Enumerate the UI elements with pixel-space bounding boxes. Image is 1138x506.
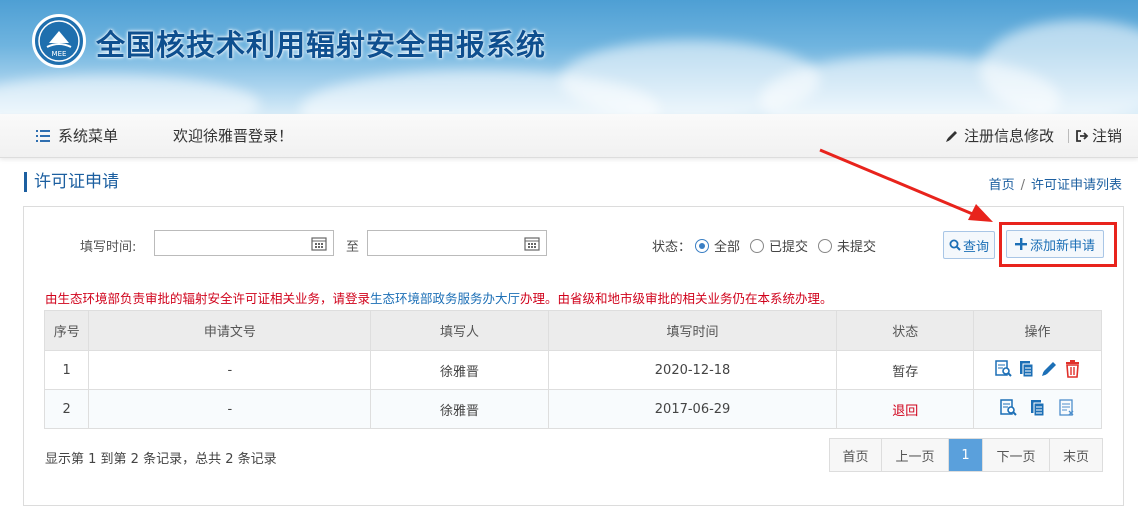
annotation-arrow bbox=[819, 148, 993, 222]
